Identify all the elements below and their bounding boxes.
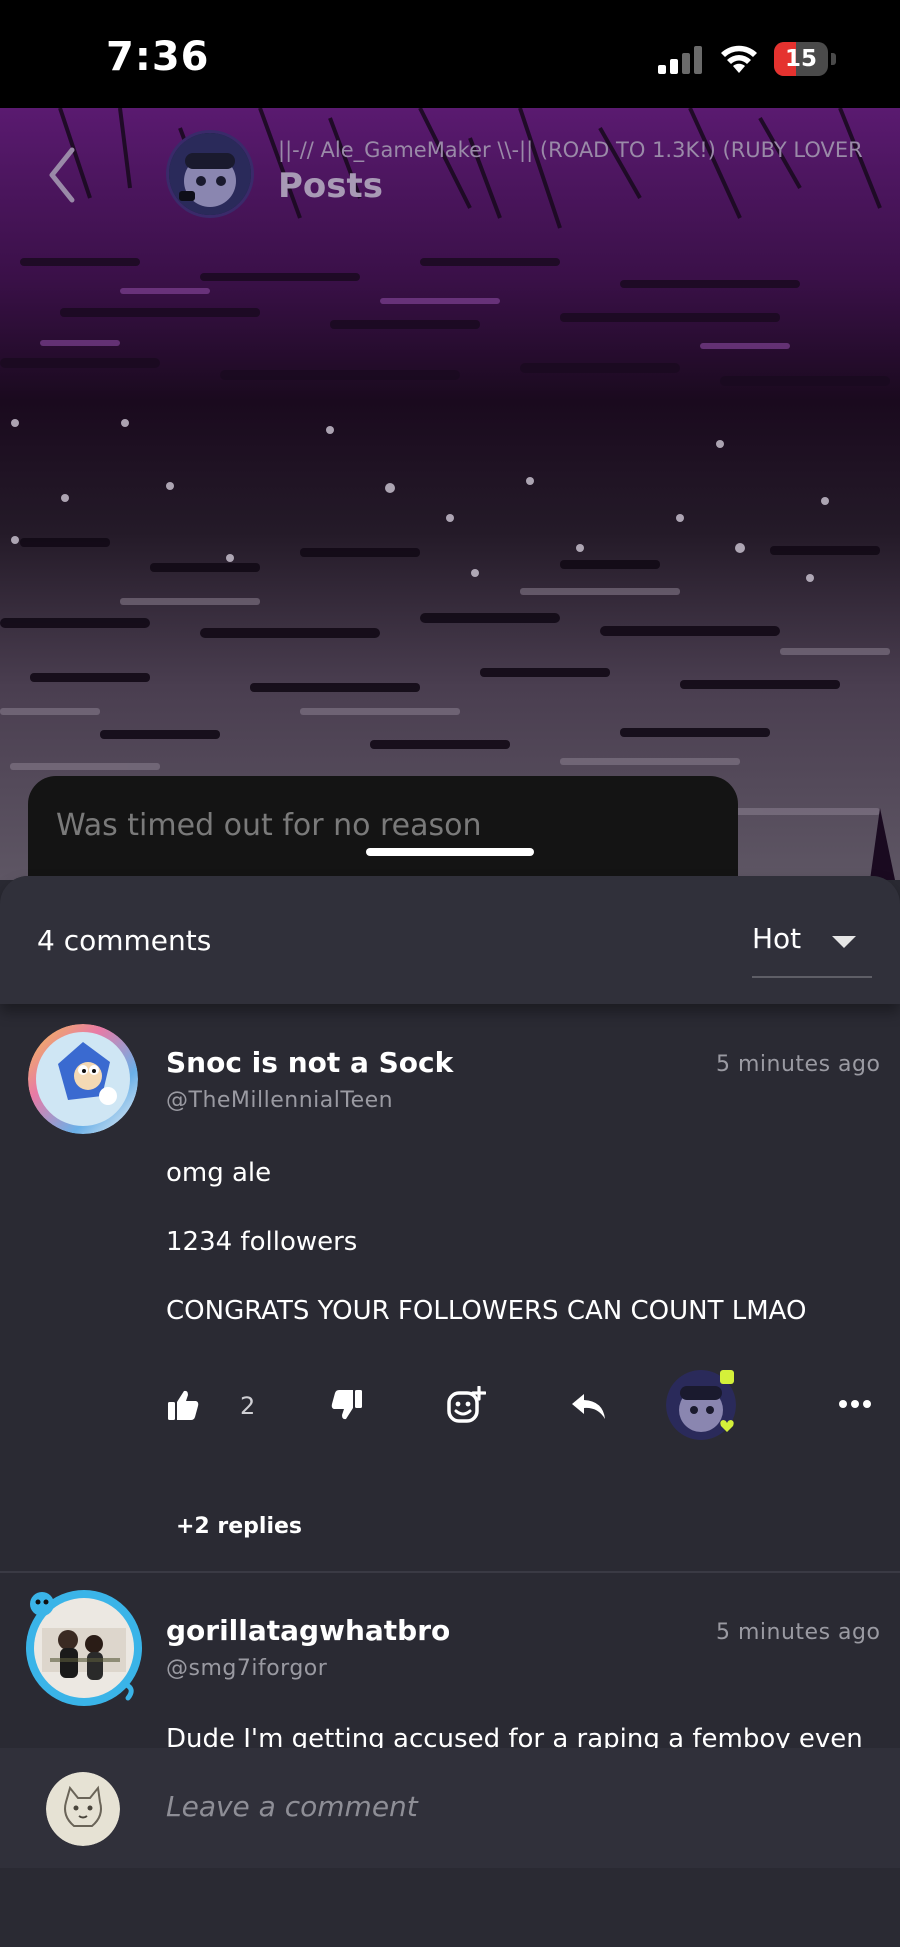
comment-text-line: CONGRATS YOUR FOLLOWERS CAN COUNT LMAO bbox=[166, 1296, 807, 1326]
bottom-safe-area bbox=[0, 1868, 900, 1947]
drag-handle[interactable] bbox=[366, 848, 534, 856]
author-name[interactable]: ||-// Ale_GameMaker \\-|| (ROAD TO 1.3K!… bbox=[278, 138, 878, 162]
view-replies-link[interactable]: +2 replies bbox=[176, 1514, 302, 1539]
commenter-avatar[interactable] bbox=[28, 1024, 138, 1134]
battery-level: 15 bbox=[784, 46, 817, 72]
comment-input[interactable]: Leave a comment bbox=[166, 1790, 418, 1823]
reply-icon[interactable] bbox=[570, 1392, 608, 1422]
back-arrow-icon[interactable] bbox=[38, 140, 88, 210]
comment-text-line: omg ale bbox=[166, 1158, 272, 1188]
commenter-handle[interactable]: @TheMillennialTeen bbox=[166, 1088, 393, 1113]
current-user-avatar bbox=[46, 1772, 120, 1846]
status-time: 7:36 bbox=[106, 34, 210, 80]
comment-text-line: 1234 followers bbox=[166, 1227, 358, 1257]
battery-icon: 15 bbox=[774, 42, 836, 76]
commenter-name[interactable]: Snoc is not a Sock bbox=[166, 1046, 453, 1079]
comment-divider bbox=[0, 1571, 900, 1573]
thumbs-down-icon[interactable] bbox=[330, 1388, 364, 1422]
comments-count: 4 comments bbox=[37, 924, 212, 957]
comment-input-bar[interactable] bbox=[0, 1748, 900, 1868]
sort-dropdown[interactable]: Hot bbox=[752, 900, 872, 978]
post-background-image bbox=[0, 108, 900, 880]
add-reaction-icon[interactable] bbox=[446, 1386, 486, 1426]
thumbs-up-icon[interactable] bbox=[166, 1388, 200, 1422]
author-avatar[interactable] bbox=[166, 130, 254, 218]
reactor-badge-icon bbox=[720, 1370, 734, 1432]
post-caption: Was timed out for no reason bbox=[56, 808, 482, 843]
commenter-avatar[interactable] bbox=[24, 1588, 144, 1708]
wifi-icon bbox=[721, 45, 757, 73]
signal-icon bbox=[658, 46, 704, 74]
more-icon[interactable] bbox=[838, 1399, 872, 1409]
page-title: Posts bbox=[278, 166, 384, 206]
commenter-handle[interactable]: @smg7iforgor bbox=[166, 1656, 327, 1681]
like-count: 2 bbox=[240, 1392, 256, 1420]
chevron-down-icon bbox=[832, 936, 856, 948]
comment-timestamp: 5 minutes ago bbox=[716, 1052, 881, 1077]
sort-selected-value: Hot bbox=[752, 922, 802, 955]
status-bar: 7:36 15 bbox=[0, 0, 900, 108]
commenter-name[interactable]: gorillatagwhatbro bbox=[166, 1614, 450, 1647]
comment-timestamp: 5 minutes ago bbox=[716, 1620, 881, 1645]
